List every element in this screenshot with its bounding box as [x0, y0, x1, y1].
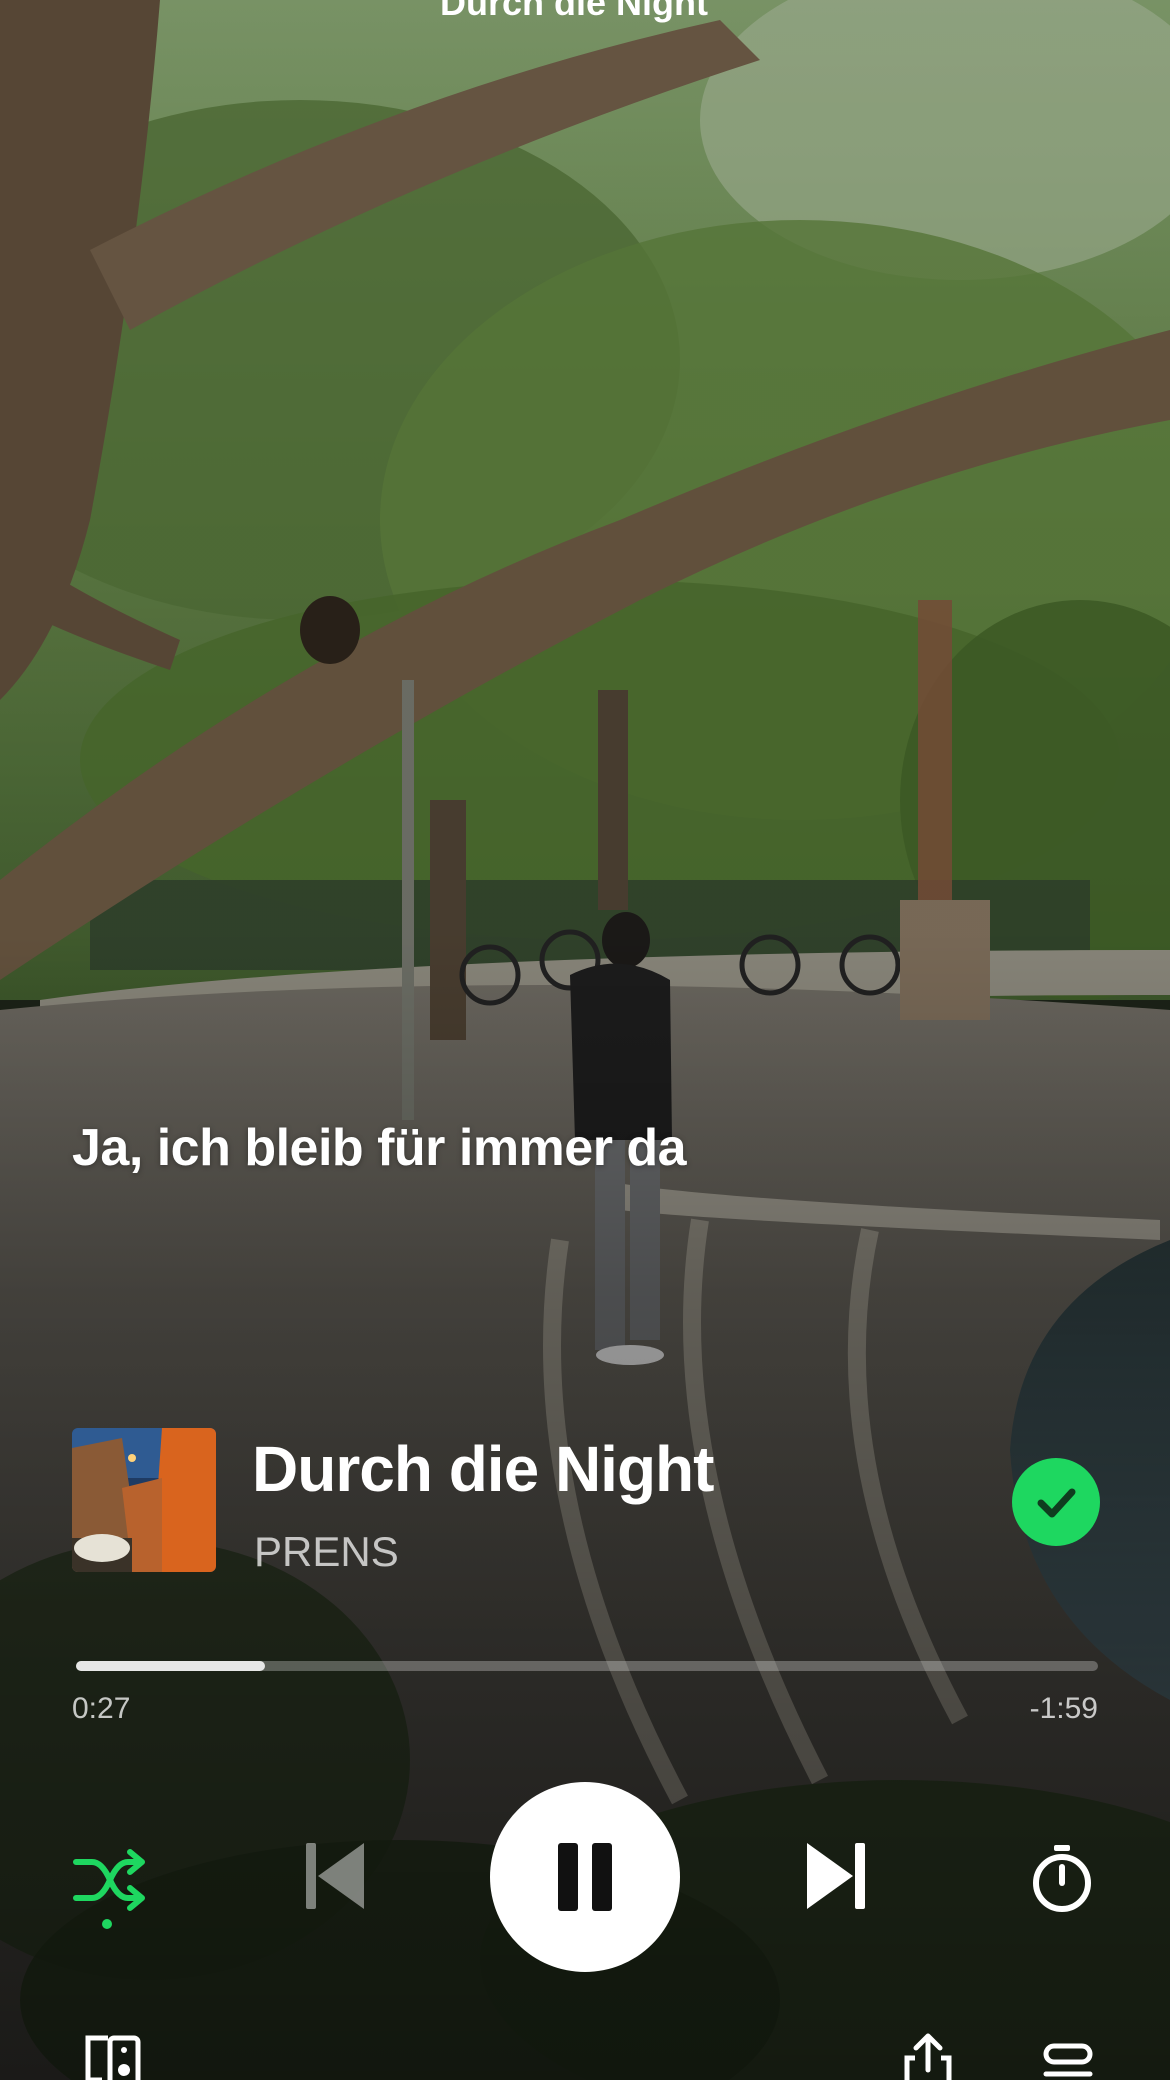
skip-previous-icon [306, 1843, 364, 1909]
progress-bar-fill [76, 1661, 266, 1671]
share-icon [904, 2033, 952, 2080]
skip-previous-button[interactable] [295, 1836, 375, 1916]
play-pause-button[interactable] [490, 1782, 680, 1972]
sleep-timer-button[interactable] [1022, 1838, 1102, 1918]
connect-device-icon [85, 2035, 141, 2080]
sleep-timer-icon [1033, 1845, 1091, 1912]
queue-icon [1043, 2043, 1093, 2077]
shuffle-icon [73, 1849, 145, 1911]
pause-icon [558, 1843, 612, 1911]
check-icon [1037, 1488, 1076, 1518]
skip-next-button[interactable] [796, 1836, 876, 1916]
background-shade-overlay [0, 0, 1170, 2080]
elapsed-time: 0:27 [72, 1692, 131, 1725]
track-artist[interactable]: PRENS [254, 1528, 399, 1576]
current-lyric-line[interactable]: Ja, ich bleib für immer da [72, 1118, 687, 1178]
progress-bar[interactable] [76, 1661, 1098, 1671]
shuffle-active-indicator [102, 1919, 112, 1929]
album-cover[interactable] [72, 1428, 216, 1572]
remaining-time: -1:59 [1029, 1692, 1098, 1725]
saved-to-library-button[interactable] [1012, 1458, 1100, 1546]
header-title: Durch die Night [440, 0, 708, 23]
queue-button[interactable] [1040, 2038, 1096, 2080]
connect-device-button[interactable] [80, 2030, 144, 2080]
track-title[interactable]: Durch die Night [252, 1432, 714, 1506]
share-button[interactable] [898, 2030, 958, 2080]
skip-next-icon [807, 1843, 865, 1909]
chevron-down-icon[interactable] [92, 0, 120, 6]
shuffle-button[interactable] [70, 1840, 150, 1920]
now-playing-screen: Durch die Night Ja, ich bleib für immer … [0, 0, 1170, 2080]
